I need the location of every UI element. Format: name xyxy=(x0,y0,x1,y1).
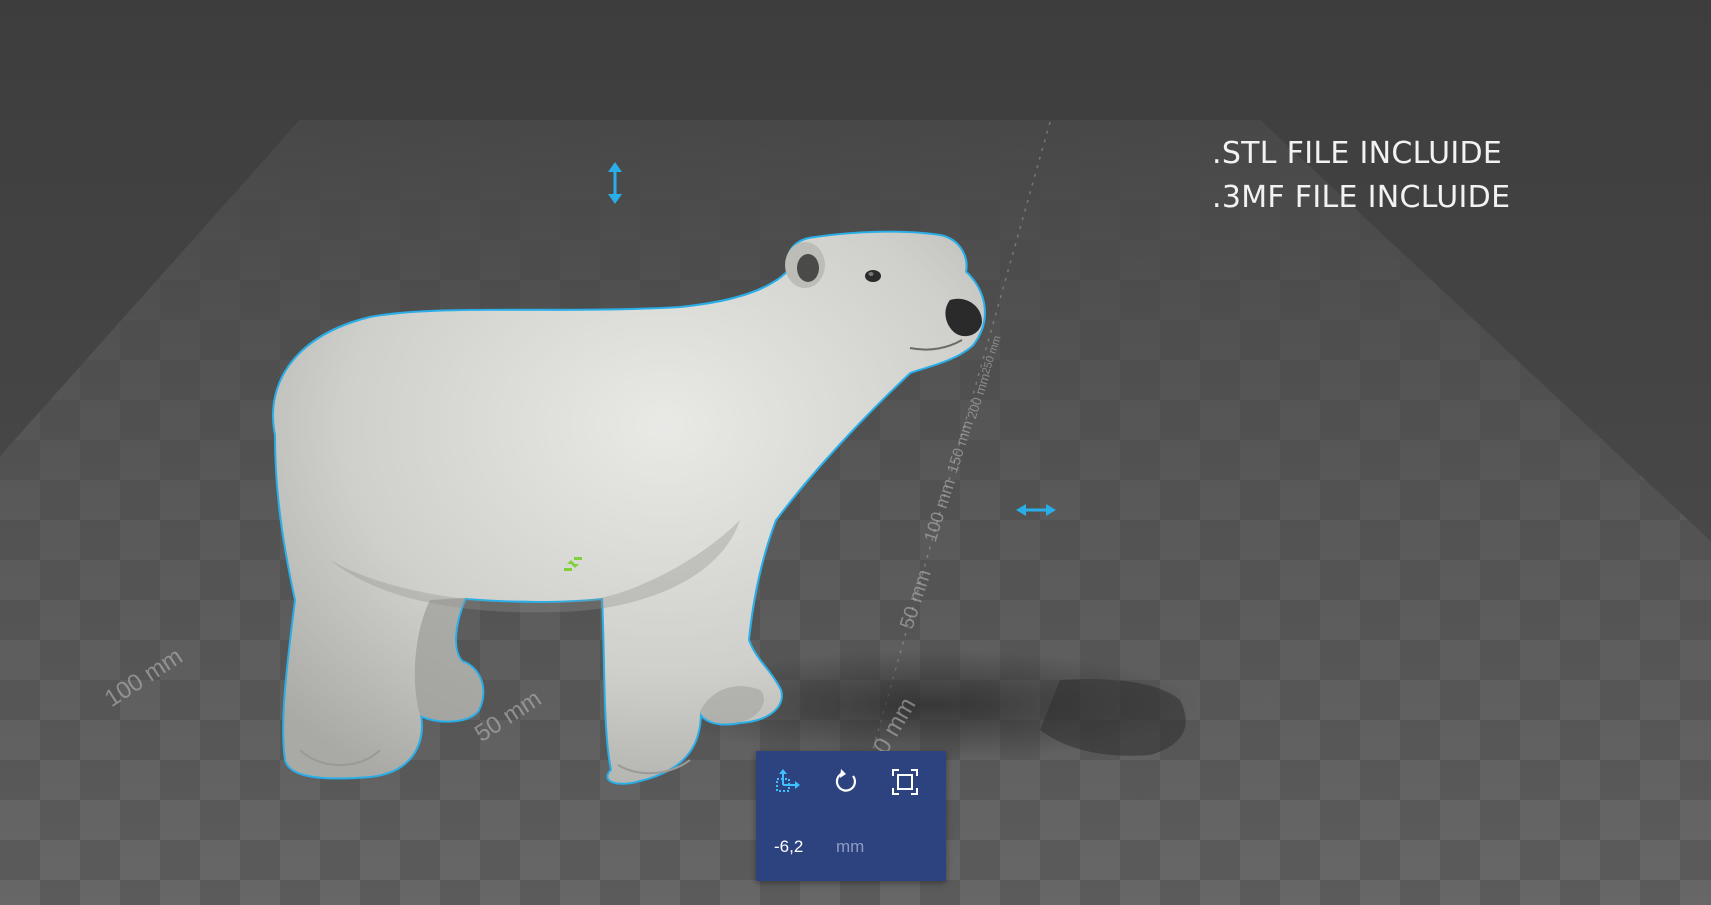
move-tool-button[interactable] xyxy=(774,769,810,805)
info-line-3mf: .3MF FILE INCLUIDE xyxy=(1212,180,1511,215)
vertical-arrow-icon xyxy=(608,162,622,204)
file-info-text: .STL FILE INCLUIDE .3MF FILE INCLUIDE xyxy=(1212,132,1510,220)
rotate-tool-button[interactable] xyxy=(833,769,869,805)
info-line-stl: .STL FILE INCLUIDE xyxy=(1212,136,1503,171)
scale-icon xyxy=(892,769,918,795)
transform-unit-label: mm xyxy=(836,837,865,856)
vertical-move-handle[interactable] xyxy=(600,162,630,204)
scale-tool-button[interactable] xyxy=(892,769,928,805)
horizontal-arrow-icon xyxy=(1016,504,1056,516)
center-pivot-handle[interactable] xyxy=(562,555,584,573)
pivot-arrows-icon xyxy=(564,557,582,571)
transform-value-input[interactable] xyxy=(774,835,826,859)
3d-viewport[interactable]: 100 mm 50 mm 0 mm 50 mm 100 mm 150 mm 20… xyxy=(0,0,1711,905)
transform-gizmo-panel: mm xyxy=(756,751,946,881)
horizontal-move-handle[interactable] xyxy=(1016,500,1056,520)
move-icon xyxy=(776,769,800,792)
rotate-icon xyxy=(835,769,856,792)
